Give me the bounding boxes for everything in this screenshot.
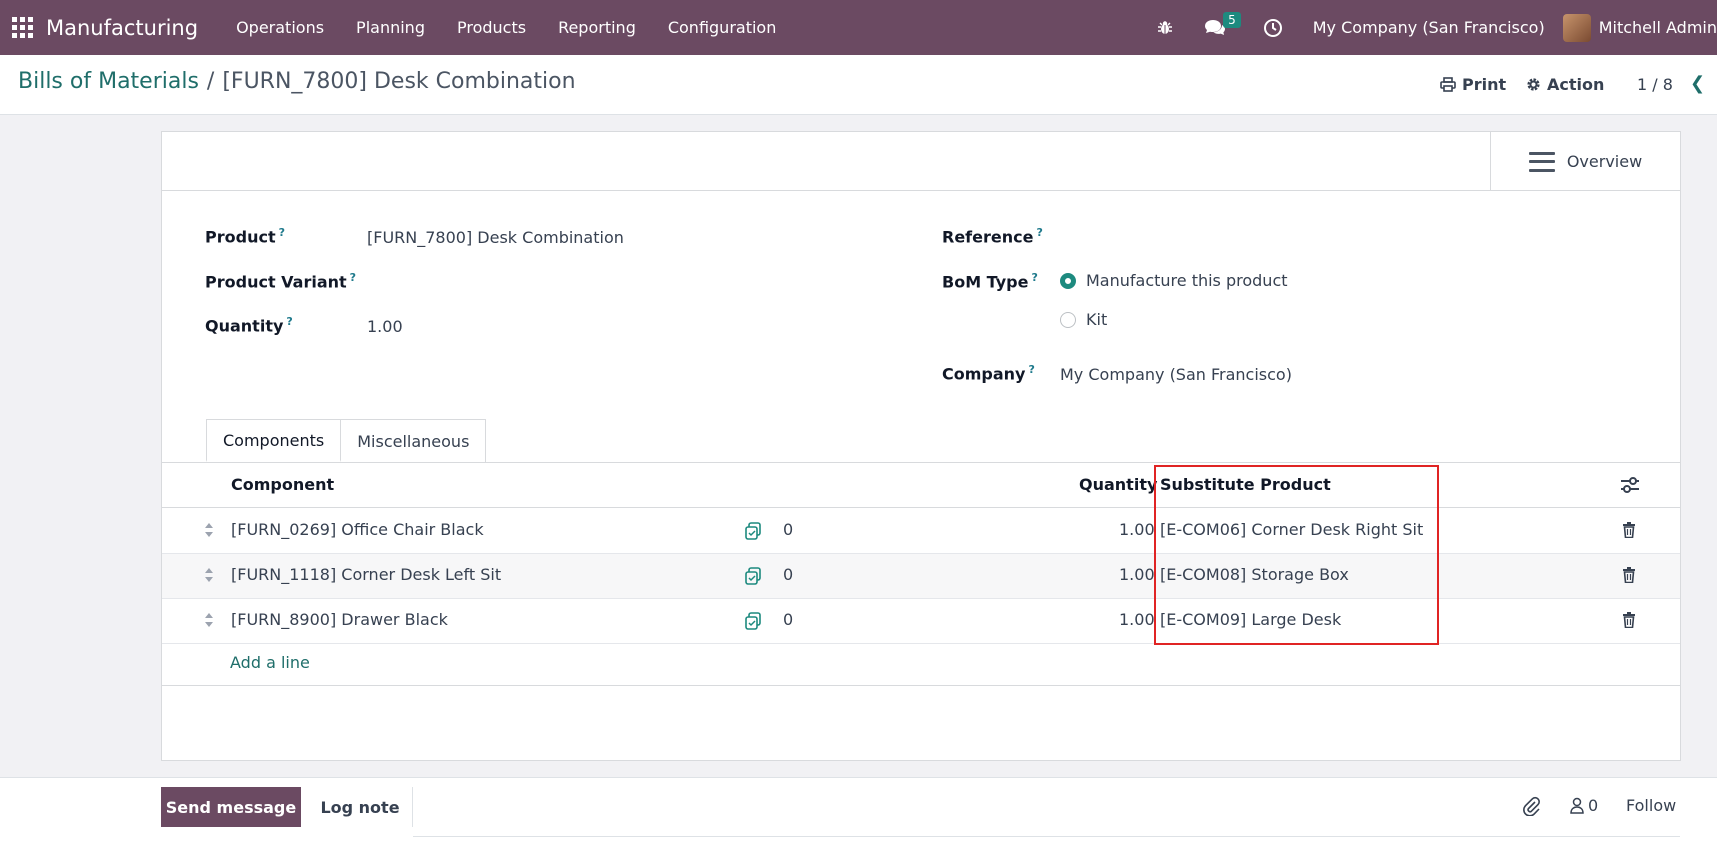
drag-handle-icon[interactable] — [204, 521, 214, 539]
quantity-label: Quantity? — [205, 315, 293, 336]
messages-badge: 5 — [1223, 11, 1241, 28]
product-field[interactable]: [FURN_7800] Desk Combination — [367, 228, 624, 247]
chevron-left-icon[interactable]: ❮ — [1690, 73, 1705, 94]
follow-button[interactable]: Follow — [1626, 796, 1676, 815]
top-navbar: Manufacturing Operations Planning Produc… — [0, 0, 1717, 55]
bom-type-manufacture-radio[interactable] — [1060, 273, 1076, 289]
messages-chat-icon[interactable]: 5 — [1201, 11, 1241, 42]
attachment-paperclip-icon[interactable] — [1522, 796, 1540, 816]
gear-icon — [1527, 78, 1540, 91]
person-icon — [1570, 797, 1584, 814]
reference-label: Reference? — [942, 226, 1043, 247]
action-label: Action — [1547, 75, 1605, 94]
table-row[interactable]: [FURN_0269] Office Chair Black 0 1.00 [E… — [162, 509, 1680, 554]
trash-icon[interactable] — [1622, 567, 1636, 583]
substitute-product-cell[interactable]: [E-COM06] Corner Desk Right Sit — [1160, 520, 1423, 539]
table-bottom-border — [162, 685, 1680, 686]
product-label: Product? — [205, 226, 285, 247]
bom-type-label: BoM Type? — [942, 271, 1038, 292]
column-substitute-product[interactable]: Substitute Product — [1160, 475, 1331, 494]
product-variant-label: Product Variant? — [205, 271, 357, 292]
send-message-button[interactable]: Send message — [161, 787, 301, 827]
reference-field[interactable] — [1060, 226, 1580, 248]
quantity-field[interactable]: 1.00 — [367, 317, 403, 336]
print-label: Print — [1462, 75, 1507, 94]
substitute-product-cell[interactable]: [E-COM08] Storage Box — [1160, 565, 1349, 584]
printer-icon — [1440, 77, 1456, 92]
drag-handle-icon[interactable] — [204, 566, 214, 584]
bom-type-kit-radio[interactable] — [1060, 312, 1076, 328]
bom-type-kit-label[interactable]: Kit — [1086, 310, 1107, 329]
chatter: Send message Log note 0 Follow — [0, 777, 1717, 857]
control-panel: Bills of Materials / [FURN_7800] Desk Comb… — [0, 55, 1717, 115]
breadcrumb-separator: / — [206, 69, 215, 94]
breadcrumb: Bills of Materials / [FURN_7800] Desk Comb… — [18, 69, 576, 94]
trash-icon[interactable] — [1622, 522, 1636, 538]
availability-cell: 0 — [783, 520, 794, 539]
substitute-product-cell[interactable]: [E-COM09] Large Desk — [1160, 610, 1341, 629]
navbar-systray: 5 My Company (San Francisco) Mitchell Ad… — [1143, 0, 1717, 55]
menu-configuration[interactable]: Configuration — [668, 18, 777, 37]
print-button[interactable]: Print — [1440, 75, 1506, 94]
activity-clock-icon[interactable] — [1259, 14, 1287, 42]
forecast-copy-icon[interactable] — [744, 567, 762, 585]
pager-value[interactable]: 1 / 8 — [1637, 75, 1673, 94]
menu-planning[interactable]: Planning — [356, 18, 425, 37]
button-box: Overview — [162, 132, 1680, 191]
drag-handle-icon[interactable] — [204, 611, 214, 629]
product-variant-field[interactable] — [367, 271, 847, 293]
company-field[interactable]: My Company (San Francisco) — [1060, 365, 1292, 384]
followers-count: 0 — [1588, 796, 1599, 815]
user-menu[interactable]: Mitchell Admin — [1599, 18, 1717, 37]
components-table-header: Component Quantity Substitute Product — [162, 463, 1680, 508]
quantity-cell[interactable]: 1.00 — [1119, 520, 1155, 539]
app-brand[interactable]: Manufacturing — [46, 16, 198, 40]
tab-miscellaneous[interactable]: Miscellaneous — [341, 419, 487, 462]
forecast-copy-icon[interactable] — [744, 612, 762, 630]
component-cell[interactable]: [FURN_0269] Office Chair Black — [231, 520, 484, 539]
table-row[interactable]: [FURN_1118] Corner Desk Left Sit 0 1.00 … — [162, 554, 1680, 599]
notebook-tabs: Components Miscellaneous — [206, 419, 487, 462]
menu-reporting[interactable]: Reporting — [558, 18, 636, 37]
bom-type-manufacture-label[interactable]: Manufacture this product — [1086, 271, 1288, 290]
column-quantity[interactable]: Quantity — [1079, 475, 1157, 494]
app-menu-icon[interactable] — [12, 16, 34, 39]
overview-label: Overview — [1566, 152, 1643, 171]
breadcrumb-current: [FURN_7800] Desk Combination — [222, 69, 576, 94]
forecast-copy-icon[interactable] — [744, 522, 762, 540]
optional-columns-toggle-icon[interactable] — [1620, 476, 1640, 498]
list-menu-icon — [1528, 151, 1555, 172]
overview-button[interactable]: Overview — [1490, 132, 1680, 191]
tab-components[interactable]: Components — [206, 419, 342, 462]
debug-bug-icon[interactable] — [1151, 14, 1179, 42]
quantity-cell[interactable]: 1.00 — [1119, 610, 1155, 629]
log-note-button[interactable]: Log note — [308, 787, 413, 827]
quantity-cell[interactable]: 1.00 — [1119, 565, 1155, 584]
menu-products[interactable]: Products — [457, 18, 526, 37]
column-component[interactable]: Component — [231, 475, 334, 494]
availability-cell: 0 — [783, 610, 794, 629]
trash-icon[interactable] — [1622, 612, 1636, 628]
followers-button[interactable]: 0 — [1570, 796, 1598, 815]
chatter-divider — [413, 836, 1680, 837]
company-label: Company? — [942, 363, 1035, 384]
company-switcher[interactable]: My Company (San Francisco) — [1313, 18, 1545, 37]
menu-operations[interactable]: Operations — [236, 18, 324, 37]
component-cell[interactable]: [FURN_8900] Drawer Black — [231, 610, 448, 629]
action-button[interactable]: Action — [1526, 75, 1604, 94]
add-line-link[interactable]: Add a line — [230, 653, 310, 672]
component-cell[interactable]: [FURN_1118] Corner Desk Left Sit — [231, 565, 501, 584]
form-sheet: Overview Product? [FURN_7800] Desk Combi… — [161, 131, 1681, 761]
user-avatar[interactable] — [1562, 13, 1591, 42]
availability-cell: 0 — [783, 565, 794, 584]
breadcrumb-bom-link[interactable]: Bills of Materials — [18, 69, 199, 94]
table-row[interactable]: [FURN_8900] Drawer Black 0 1.00 [E-COM09… — [162, 599, 1680, 644]
